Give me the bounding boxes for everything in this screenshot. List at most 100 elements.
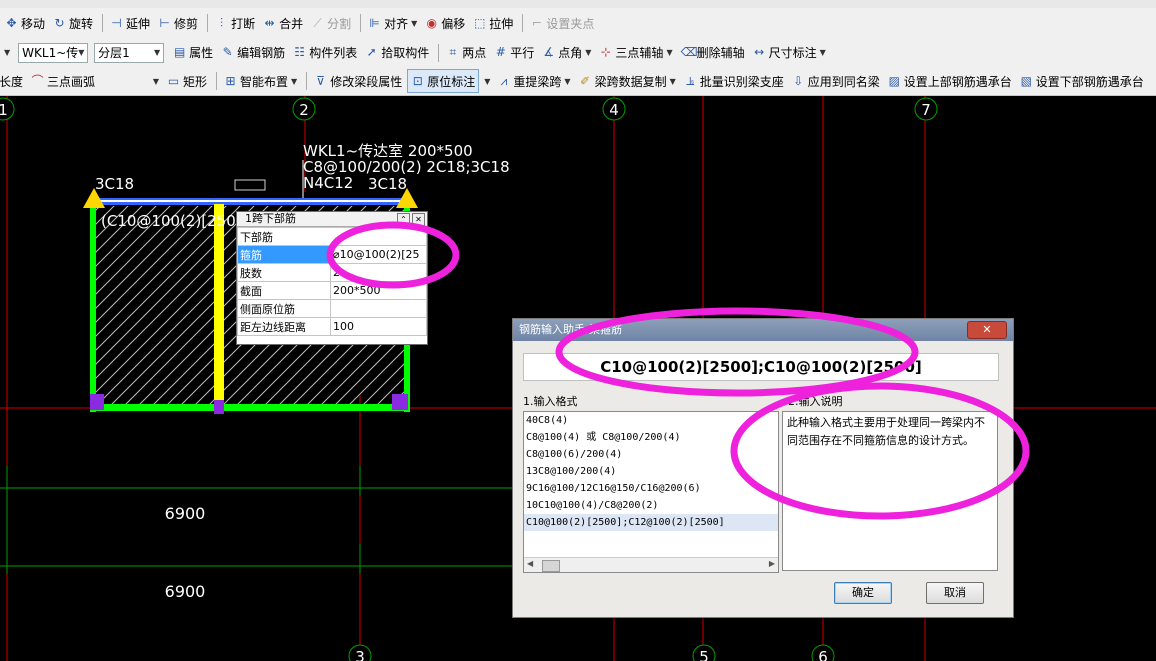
format-list-item-selected[interactable]: C10@100(2)[2500];C12@100(2)[2500] xyxy=(524,514,778,531)
parallel-button[interactable]: # 平行 xyxy=(491,42,537,64)
separator xyxy=(360,14,362,32)
scrollbar-thumb[interactable] xyxy=(542,560,560,572)
chevron-down-icon: ▼ xyxy=(819,48,826,57)
modify-segment-button[interactable]: ⊽ 修改梁段属性 xyxy=(311,70,405,92)
component-select[interactable]: WKL1~传 ▼ xyxy=(18,42,89,63)
pick-component-button[interactable]: ➚ 拾取构件 xyxy=(362,42,432,64)
delete-axis-button[interactable]: ⌫ 删除辅轴 xyxy=(678,42,748,64)
property-row-stirrup[interactable]: 箍筋 ⌀10@100(2)[25 xyxy=(237,245,427,264)
edit-rebar-button[interactable]: ✎ 编辑钢筋 xyxy=(218,42,288,64)
rotate-button[interactable]: ↻ 旋转 xyxy=(50,12,96,34)
collapse-icon[interactable]: ⌃ xyxy=(397,213,410,226)
axis-bubble: 2 xyxy=(292,97,316,121)
split-button[interactable]: ⟋ 分割 xyxy=(308,12,354,34)
format-list[interactable]: 40C8(4) C8@100(4) 或 C8@100/200(4) C8@100… xyxy=(523,411,779,573)
point-angle-button[interactable]: ∡ 点角 ▼ xyxy=(539,42,594,64)
property-row-legs[interactable]: 肢数 2 xyxy=(237,263,427,282)
format-list-item[interactable]: 9C16@100/12C16@150/C16@200(6) xyxy=(524,480,778,497)
two-point-button[interactable]: ⌗ 两点 xyxy=(443,42,489,64)
set-grip-button[interactable]: ⌐ 设置夹点 xyxy=(527,12,597,34)
close-icon[interactable]: ✕ xyxy=(412,213,425,226)
separator xyxy=(207,14,209,32)
formula-input[interactable]: C10@100(2)[2500];C10@100(2)[2500] xyxy=(523,353,999,381)
floor-select[interactable]: 分层1 ▼ xyxy=(94,42,165,63)
extend-icon: ⊣ xyxy=(111,15,122,30)
break-button[interactable]: ⫶ 打断 xyxy=(212,12,258,34)
offset-button[interactable]: ◉ 偏移 xyxy=(422,12,468,34)
format-list-item[interactable]: C8@100(4) 或 C8@100/200(4) xyxy=(524,429,778,446)
chevron-down-icon: ▼ xyxy=(154,48,161,57)
format-section-label: 1.输入格式 xyxy=(523,395,578,408)
trim-icon: ⊢ xyxy=(159,15,170,30)
separator xyxy=(216,72,218,90)
stirrup-label: (C10@100(2)[250 xyxy=(101,212,236,230)
copy-span-data-button[interactable]: ✐ 梁跨数据复制 ▼ xyxy=(576,70,679,92)
merge-icon: ⇹ xyxy=(264,15,275,30)
format-list-item[interactable]: 40C8(4) xyxy=(524,412,778,429)
svg-text:5: 5 xyxy=(699,648,709,661)
left-distance-value-field[interactable]: 100 xyxy=(330,317,427,336)
smart-layout-button[interactable]: ⊞ 智能布置 ▼ xyxy=(221,70,300,92)
apply-same-name-icon: ⇩ xyxy=(793,73,804,88)
format-list-item[interactable]: 13C8@100/200(4) xyxy=(524,463,778,480)
merge-button[interactable]: ⇹ 合并 xyxy=(260,12,306,34)
chevron-down-icon: ▼ xyxy=(669,76,676,86)
chevron-down-icon: ▼ xyxy=(585,48,592,57)
three-point-axis-button[interactable]: ⊹ 三点辅轴 ▼ xyxy=(596,42,675,64)
properties-button[interactable]: ▤ 属性 xyxy=(170,42,216,64)
cancel-button[interactable]: 取消 xyxy=(926,582,984,604)
component-list-button[interactable]: ☷ 构件列表 xyxy=(290,42,360,64)
svg-text:2: 2 xyxy=(299,101,309,119)
svg-text:3: 3 xyxy=(355,648,365,661)
beam-annotation-line3: N4C12 xyxy=(303,174,353,192)
length-button[interactable]: 长度 xyxy=(0,70,26,92)
right-rebar-label: 3C18 xyxy=(368,175,407,193)
re-extract-span-button[interactable]: ⩘ 重提梁跨 ▼ xyxy=(494,70,573,92)
chevron-down-icon: ▼ xyxy=(291,76,298,86)
svg-text:6: 6 xyxy=(818,648,828,661)
separator xyxy=(306,72,308,90)
apply-same-name-button[interactable]: ⇩ 应用到同名梁 xyxy=(789,70,883,92)
side-rebar-value-field[interactable] xyxy=(330,299,427,318)
chevron-down-icon[interactable]: ▼ xyxy=(484,77,490,86)
format-list-item[interactable]: 10C10@100(4)/C8@200(2) xyxy=(524,497,778,514)
bottom-rebar-cap-button[interactable]: ▧ 设置下部钢筋遇承台 xyxy=(1017,70,1147,92)
batch-support-button[interactable]: ⫡ 批量识别梁支座 xyxy=(681,70,787,92)
stirrup-value-field[interactable]: ⌀10@100(2)[25 xyxy=(330,245,427,264)
close-icon[interactable]: ✕ xyxy=(967,321,1007,339)
dimension-button[interactable]: ↔ 尺寸标注 ▼ xyxy=(750,42,829,64)
dimension-label: 6900 xyxy=(165,582,206,601)
in-situ-annotation-button[interactable]: ⊡ 原位标注 xyxy=(407,69,480,93)
three-point-arc-button[interactable]: ⌒ 三点画弧 ▼ xyxy=(28,70,162,92)
properties-icon: ▤ xyxy=(173,45,186,59)
property-group-row: 下部筋 xyxy=(237,227,427,246)
stretch-button[interactable]: ⬚ 拉伸 xyxy=(470,12,516,34)
horizontal-scrollbar[interactable]: ◀ ▶ xyxy=(524,557,778,572)
move-icon: ✥ xyxy=(6,15,17,30)
section-value-field[interactable]: 200*500 xyxy=(330,281,427,300)
legs-value-field[interactable]: 2 xyxy=(330,263,427,282)
align-icon: ⊫ xyxy=(369,15,380,30)
rectangle-icon: ▭ xyxy=(167,73,180,88)
chevron-down-icon: ▼ xyxy=(152,76,160,86)
dialog-title: 钢筋输入助手-梁箍筋 xyxy=(513,319,1013,341)
ok-button[interactable]: 确定 xyxy=(834,582,892,604)
align-button[interactable]: ⊫ 对齐 ▼ xyxy=(365,12,420,34)
chevron-down-icon[interactable]: ▼ xyxy=(4,48,10,57)
rectangle-button[interactable]: ▭ 矩形 xyxy=(164,70,210,92)
format-list-item[interactable]: C8@100(6)/200(4) xyxy=(524,446,778,463)
scroll-right-icon[interactable]: ▶ xyxy=(769,559,775,568)
move-button[interactable]: ✥ 移动 xyxy=(2,12,48,34)
edit-toolbar: ✥ 移动 ↻ 旋转 ⊣ 延伸 ⊢ 修剪 ⫶ 打断 ⇹ 合并 ⟋ 分割 ⊫ 对齐 ▼ ◉ 偏移 ⬚ 拉伸… xyxy=(0,8,1156,39)
top-rebar-cap-button[interactable]: ▨ 设置上部钢筋遇承台 xyxy=(885,70,1015,92)
svg-text:4: 4 xyxy=(609,101,619,119)
scroll-left-icon[interactable]: ◀ xyxy=(527,559,533,568)
extend-button[interactable]: ⊣ 延伸 xyxy=(107,12,153,34)
property-row-side-rebar[interactable]: 侧面原位筋 xyxy=(237,299,427,318)
property-row-left-distance[interactable]: 距左边线距离 100 xyxy=(237,317,427,336)
property-row-section[interactable]: 截面 200*500 xyxy=(237,281,427,300)
span-property-grid: 1跨下部筋 ⌃ ✕ 下部筋 箍筋 ⌀10@100(2)[25 肢数 2 截面 2… xyxy=(236,211,428,345)
stretch-icon: ⬚ xyxy=(474,15,486,30)
trim-button[interactable]: ⊢ 修剪 xyxy=(155,12,201,34)
parallel-icon: # xyxy=(495,45,506,59)
